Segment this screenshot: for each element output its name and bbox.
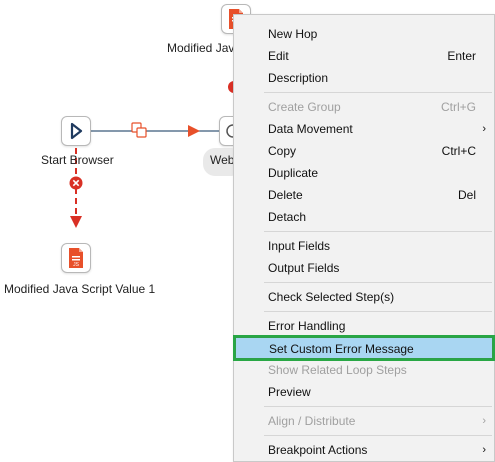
svg-text:JS: JS [73,262,80,268]
menu-item-label: Description [268,71,329,85]
menu-item-label: Detach [268,210,307,224]
js-value-label-top: Modified Jav [167,41,235,55]
start-browser-label: Start Browser [41,153,114,167]
menu-item-new-hop[interactable]: New Hop [234,23,494,45]
menu-item-label: Error Handling [268,319,346,333]
menu-item-error-handling[interactable]: Error Handling [234,315,494,337]
menu-separator [264,282,492,283]
start-browser-step[interactable] [61,116,91,146]
menu-item-detach[interactable]: Detach [234,206,494,228]
js-value-label-bottom: Modified Java Script Value 1 [4,282,156,296]
menu-item-delete[interactable]: Delete Del [234,184,494,206]
menu-item-label: Duplicate [268,166,319,180]
play-icon [70,122,83,140]
menu-item-check-selected-steps[interactable]: Check Selected Step(s) [234,286,494,308]
menu-item-duplicate[interactable]: Duplicate [234,162,494,184]
menu-item-shortcut: Ctrl+G [440,100,476,114]
submenu-arrow-icon: › [482,415,486,427]
menu-item-align-distribute: Align / Distribute › [234,410,494,432]
hop-arrow-main [188,125,200,137]
menu-item-shortcut: Enter [447,49,476,63]
menu-item-data-movement[interactable]: Data Movement › [234,118,494,140]
menu-separator [264,406,492,407]
menu-item-label: Show Related Loop Steps [268,363,407,377]
menu-item-label: Delete [268,188,303,202]
menu-item-output-fields[interactable]: Output Fields [234,257,494,279]
js-value-step-bottom[interactable]: JS [61,243,91,273]
menu-item-create-group: Create Group Ctrl+G [234,96,494,118]
menu-item-breakpoint-actions[interactable]: Breakpoint Actions › [234,439,494,461]
error-hop-arrow [70,216,82,228]
menu-item-label: Output Fields [268,261,340,275]
menu-item-label: Input Fields [268,239,331,253]
menu-item-label: New Hop [268,27,318,41]
menu-item-shortcut: Del [457,188,476,202]
menu-separator [264,311,492,312]
web-step-label: Web [210,153,235,167]
menu-item-label: Breakpoint Actions [268,443,368,457]
menu-item-label: Create Group [268,100,341,114]
menu-item-label: Edit [268,49,289,63]
menu-item-label: Align / Distribute [268,414,356,428]
menu-item-description[interactable]: Description [234,67,494,89]
menu-item-label: Data Movement [268,122,353,136]
menu-separator [264,435,492,436]
submenu-arrow-icon: › [482,444,486,456]
menu-separator [264,92,492,93]
context-menu: New Hop Edit Enter Description Create Gr… [233,14,495,462]
menu-item-label: Check Selected Step(s) [268,290,395,304]
submenu-arrow-icon: › [482,123,486,135]
menu-item-label: Copy [268,144,297,158]
menu-item-set-custom-error-message[interactable]: Set Custom Error Message [233,335,495,361]
menu-item-copy[interactable]: Copy Ctrl+C [234,140,494,162]
menu-item-shortcut: Ctrl+C [441,144,476,158]
menu-item-edit[interactable]: Edit Enter [234,45,494,67]
error-badge-icon[interactable] [69,176,83,190]
menu-item-label: Set Custom Error Message [269,342,414,356]
menu-separator [264,231,492,232]
copy-rows-icon [131,122,147,138]
menu-item-input-fields[interactable]: Input Fields [234,235,494,257]
menu-item-preview[interactable]: Preview [234,381,494,403]
menu-item-show-related-loop-steps: Show Related Loop Steps [234,359,494,381]
menu-item-label: Preview [268,385,311,399]
js-file-icon: JS [69,248,83,268]
